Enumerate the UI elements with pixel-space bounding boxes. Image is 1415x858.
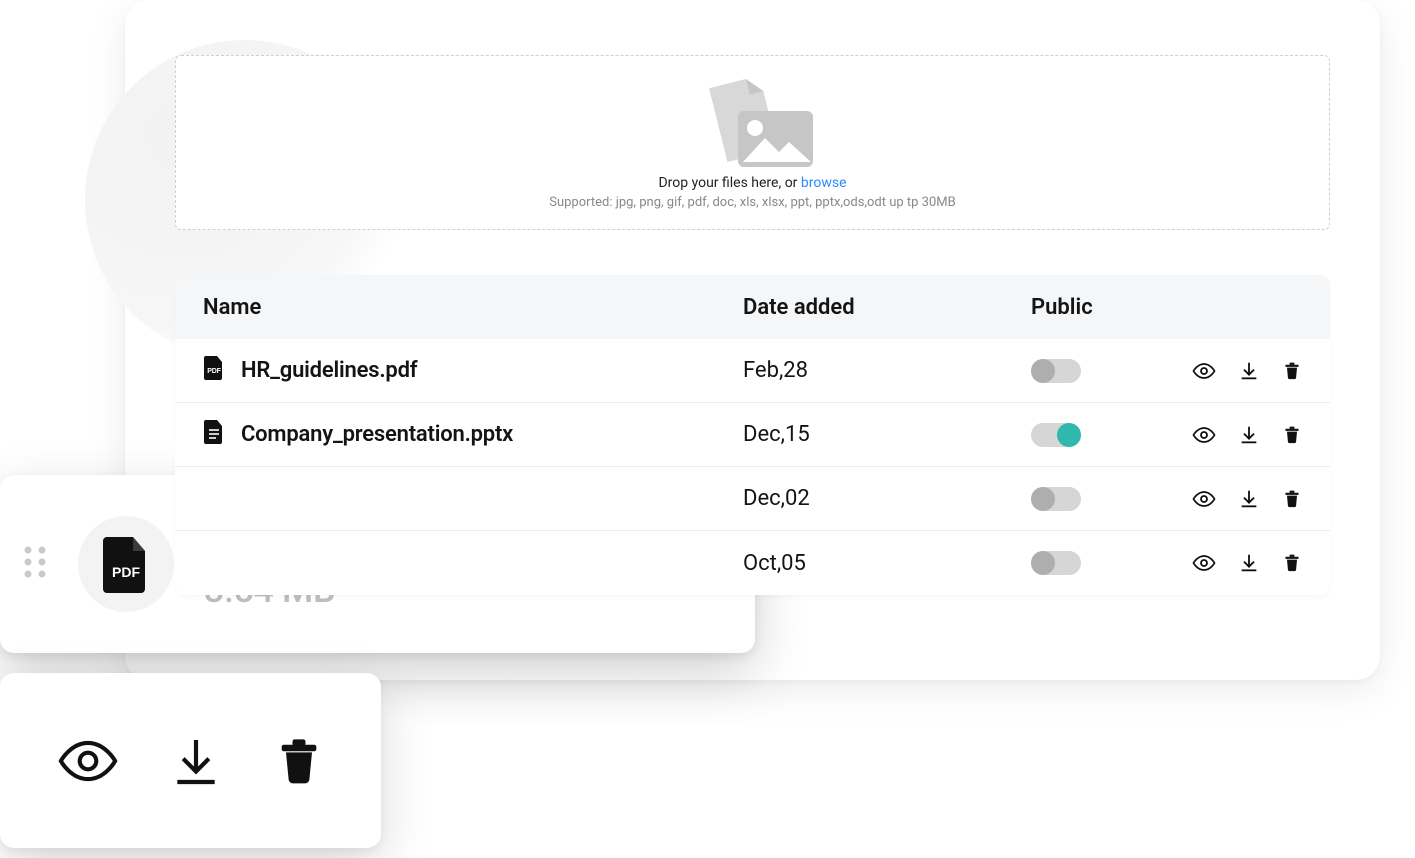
file-manager-panel: Drop your files here, or browse Supporte…: [125, 0, 1380, 680]
drag-handle-icon[interactable]: [22, 542, 48, 586]
table-row: Oct,05: [175, 531, 1330, 595]
file-type-icon: PDF: [203, 355, 225, 387]
delete-button[interactable]: [1282, 487, 1302, 511]
download-button[interactable]: [1238, 423, 1260, 447]
public-toggle[interactable]: [1031, 423, 1081, 447]
file-date: Oct,05: [743, 551, 1031, 576]
public-toggle[interactable]: [1031, 551, 1081, 575]
download-button[interactable]: [168, 733, 224, 789]
browse-link[interactable]: browse: [801, 175, 847, 191]
dropzone-supported-text: Supported: jpg, png, gif, pdf, doc, xls,…: [549, 195, 955, 210]
file-name: Company_presentation.pptx: [241, 422, 513, 447]
svg-text:PDF: PDF: [207, 368, 221, 375]
view-button[interactable]: [1192, 359, 1216, 383]
file-date: Dec,02: [743, 486, 1031, 511]
dropzone-text-prefix: Drop your files here, or: [658, 175, 800, 191]
header-public: Public: [1031, 295, 1181, 320]
file-dropzone[interactable]: Drop your files here, or browse Supporte…: [175, 55, 1330, 230]
table-header-row: Name Date added Public: [175, 275, 1330, 339]
file-date: Dec,15: [743, 422, 1031, 447]
delete-button[interactable]: [1282, 551, 1302, 575]
public-toggle[interactable]: [1031, 359, 1081, 383]
file-name: HR_guidelines.pdf: [241, 358, 417, 383]
table-row: PDF HR_guidelines.pdf Feb,28: [175, 339, 1330, 403]
download-button[interactable]: [1238, 551, 1260, 575]
header-date: Date added: [743, 295, 1031, 320]
delete-button[interactable]: [1282, 359, 1302, 383]
public-toggle[interactable]: [1031, 487, 1081, 511]
dropzone-text: Drop your files here, or browse: [658, 175, 846, 191]
svg-text:PDF: PDF: [112, 564, 140, 580]
view-button[interactable]: [1192, 423, 1216, 447]
file-type-icon: [203, 419, 225, 451]
delete-button[interactable]: [273, 733, 325, 789]
row-actions-popover: [0, 673, 381, 848]
files-table: Name Date added Public PDF HR_guidelines.…: [175, 275, 1330, 595]
file-type-icon: [203, 551, 225, 576]
view-button[interactable]: [1192, 487, 1216, 511]
download-button[interactable]: [1238, 359, 1260, 383]
table-row: Company_presentation.pptx Dec,15: [175, 403, 1330, 467]
file-date: Feb,28: [743, 358, 1031, 383]
pdf-file-icon: PDF: [78, 516, 174, 612]
file-type-icon: [203, 486, 225, 511]
table-row: Dec,02: [175, 467, 1330, 531]
view-button[interactable]: [57, 730, 119, 792]
download-button[interactable]: [1238, 487, 1260, 511]
header-name: Name: [203, 295, 743, 320]
view-button[interactable]: [1192, 551, 1216, 575]
delete-button[interactable]: [1282, 423, 1302, 447]
dropzone-illustration: [683, 76, 823, 171]
